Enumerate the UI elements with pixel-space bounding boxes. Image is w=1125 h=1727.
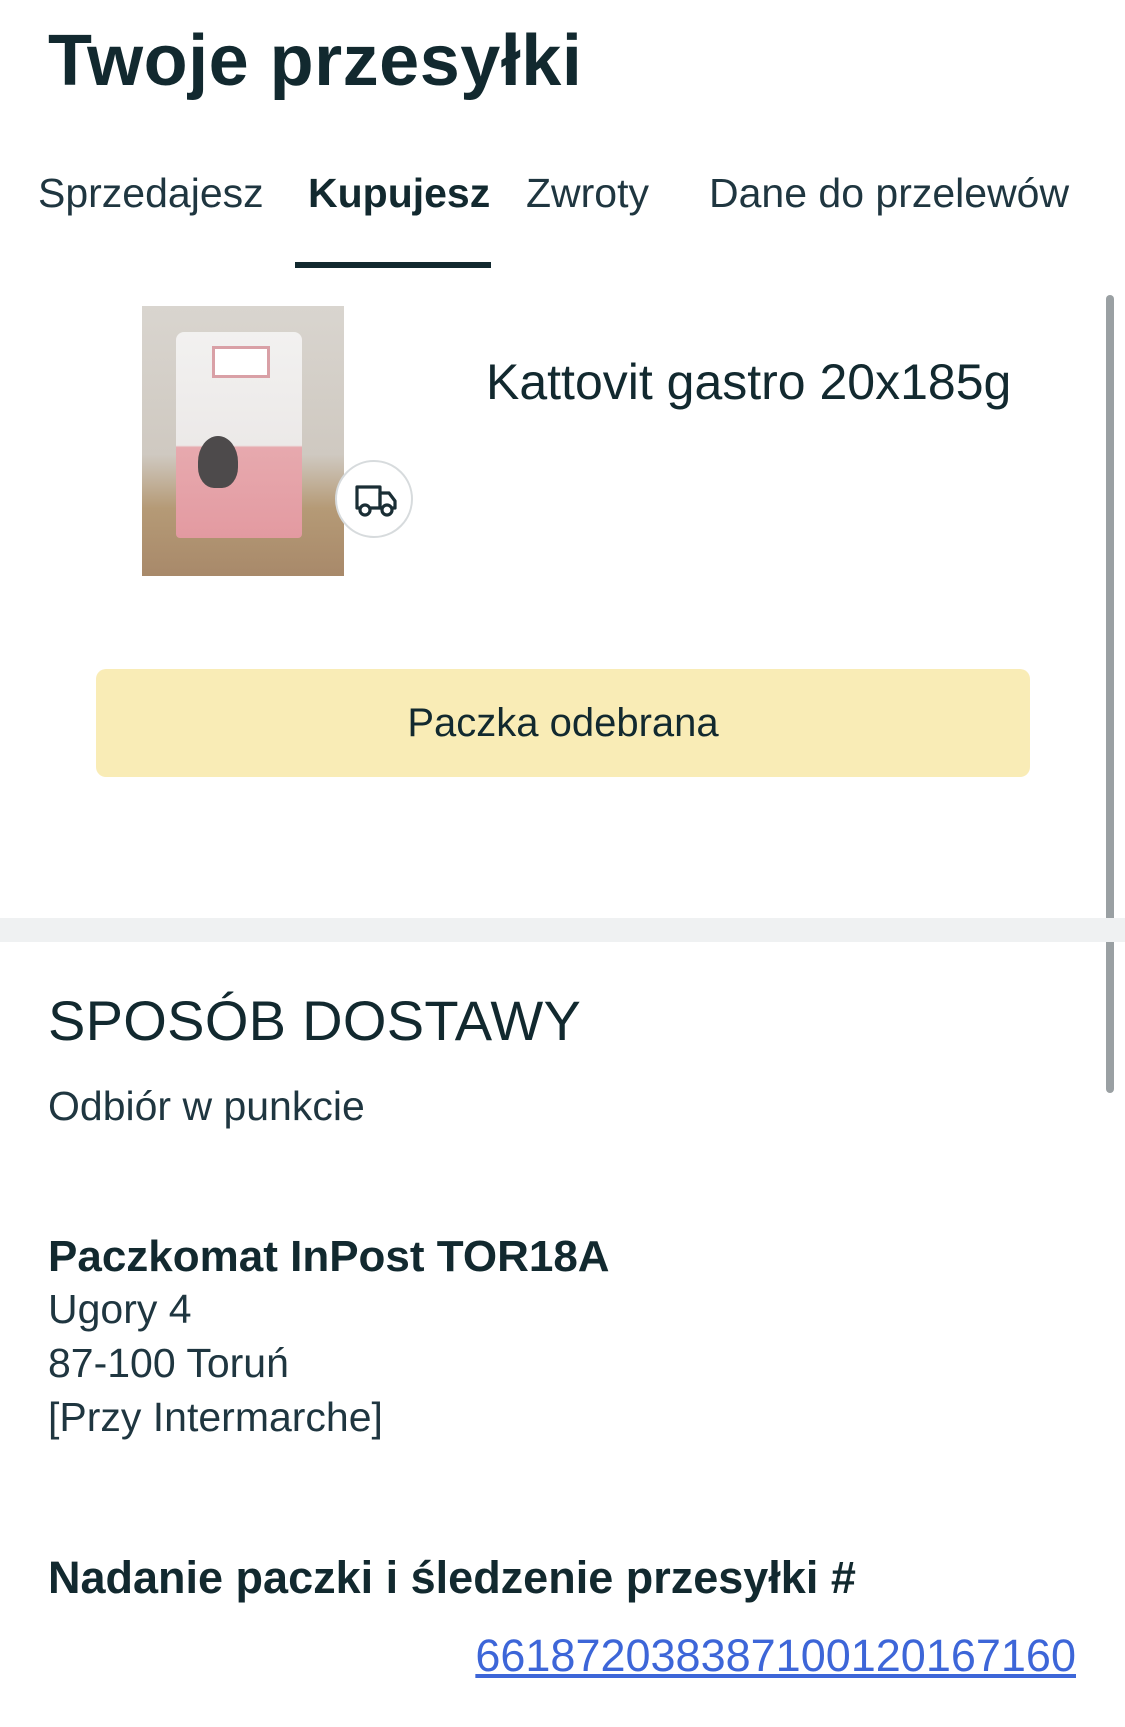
- section-divider: [0, 918, 1125, 942]
- delivery-method-heading: SPOSÓB DOSTAWY: [48, 989, 582, 1052]
- product-pouch-graphic: [176, 332, 302, 538]
- address-street: Ugory 4: [48, 1286, 192, 1332]
- tab-zwroty[interactable]: Zwroty: [526, 170, 649, 217]
- pouch-cat-graphic: [198, 436, 238, 488]
- tab-sprzedajesz[interactable]: Sprzedajesz: [38, 170, 264, 217]
- product-title[interactable]: Kattovit gastro 20x185g: [486, 352, 1046, 412]
- delivery-method: Odbiór w punkcie: [48, 1083, 365, 1129]
- pouch-logo: [212, 346, 270, 378]
- tab-bar: Sprzedajesz Kupujesz Zwroty Dane do prze…: [0, 160, 1125, 270]
- pickup-point-name: Paczkomat InPost TOR18A: [48, 1232, 610, 1281]
- scrollbar[interactable]: [1106, 295, 1114, 1093]
- active-tab-indicator: [295, 262, 491, 268]
- status-banner: Paczka odebrana: [96, 669, 1030, 777]
- tracking-number-link[interactable]: 661872038387100120167160: [475, 1630, 1076, 1682]
- delivery-badge: [335, 460, 413, 538]
- address-city: 87-100 Toruń: [48, 1340, 289, 1386]
- truck-icon: [355, 485, 397, 517]
- tab-dane-do-przelewow[interactable]: Dane do przelewów: [709, 170, 1069, 217]
- tracking-heading: Nadanie paczki i śledzenie przesyłki #: [48, 1552, 856, 1603]
- page-title: Twoje przesyłki: [48, 21, 583, 101]
- address-note: [Przy Intermarche]: [48, 1394, 383, 1440]
- tab-kupujesz[interactable]: Kupujesz: [308, 170, 490, 217]
- product-thumbnail[interactable]: [142, 306, 344, 576]
